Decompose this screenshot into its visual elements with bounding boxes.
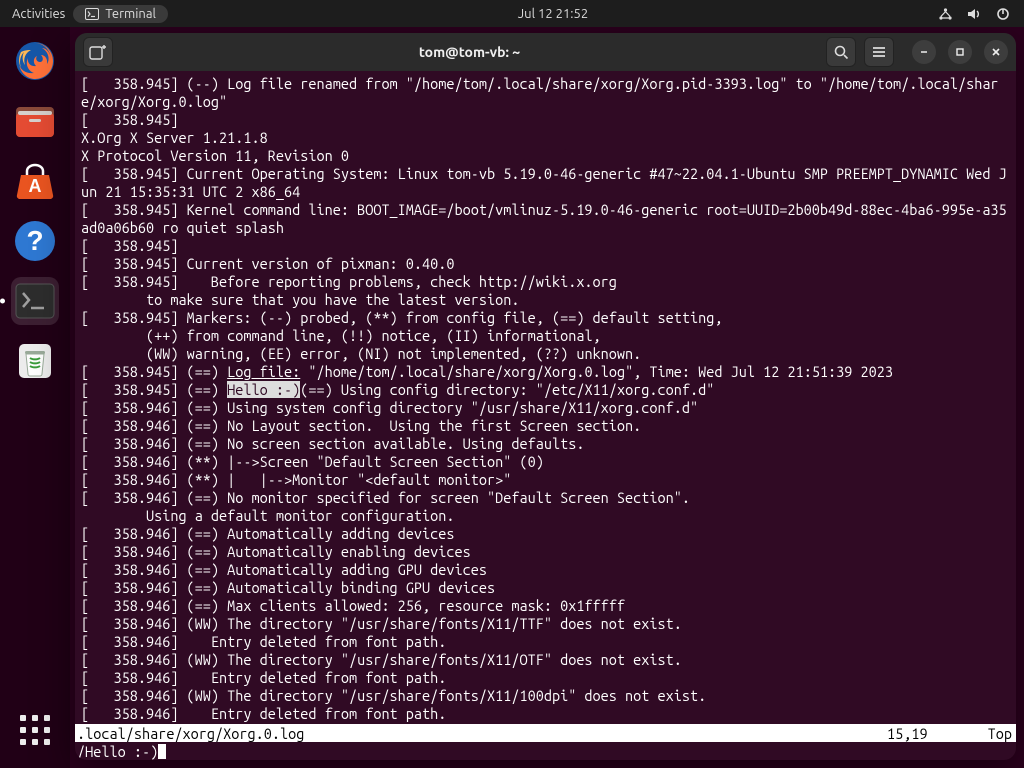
terminal-icon[interactable]: [11, 277, 59, 325]
files-icon[interactable]: [11, 97, 59, 145]
clock[interactable]: Jul 12 21:52: [168, 7, 938, 21]
network-icon[interactable]: [938, 7, 953, 21]
software-icon[interactable]: A: [11, 157, 59, 205]
terminal-line: [ 358.946] Entry deleted from font path.: [81, 705, 1010, 723]
minimize-button[interactable]: [912, 40, 936, 64]
close-button[interactable]: [984, 40, 1008, 64]
terminal-line: [ 358.946] (==) Using system config dire…: [81, 399, 1010, 417]
maximize-button[interactable]: [948, 40, 972, 64]
terminal-line: [ 358.946] (==) Automatically adding GPU…: [81, 561, 1010, 579]
terminal-line: [ 358.946] (==) Automatically adding dev…: [81, 525, 1010, 543]
search-term: Hello :-): [85, 743, 158, 760]
terminal-line: X Protocol Version 11, Revision 0: [81, 147, 1010, 165]
svg-text:?: ?: [26, 225, 43, 256]
search-button[interactable]: [826, 37, 856, 67]
terminal-line: [ 358.946] (==) Automatically binding GP…: [81, 579, 1010, 597]
new-tab-button[interactable]: [83, 37, 113, 67]
terminal-line: [ 358.946] (**) | |-->Monitor "<default …: [81, 471, 1010, 489]
terminal-small-icon: [85, 8, 99, 20]
terminal-line: [ 358.945]: [81, 111, 1010, 129]
terminal-line: [ 358.946] (WW) The directory "/usr/shar…: [81, 651, 1010, 669]
active-app-label: Terminal: [105, 7, 156, 21]
trash-icon[interactable]: [11, 337, 59, 385]
status-cursor-pos: 15,19: [887, 725, 928, 742]
search-highlight: Hello :-): [227, 381, 300, 398]
terminal-line: [ 358.946] Entry deleted from font path.: [81, 669, 1010, 687]
dock: A ?: [0, 27, 70, 768]
terminal-line: [ 358.945] Before reporting problems, ch…: [81, 273, 1010, 291]
help-icon[interactable]: ?: [11, 217, 59, 265]
hamburger-menu-button[interactable]: [864, 37, 894, 67]
terminal-line: [ 358.946] (**) |-->Screen "Default Scre…: [81, 453, 1010, 471]
terminal-line: [ 358.945] Markers: (--) probed, (**) fr…: [81, 309, 1010, 327]
terminal-line: [ 358.946] (==) No screen section availa…: [81, 435, 1010, 453]
svg-text:A: A: [29, 176, 42, 196]
firefox-icon[interactable]: [11, 37, 59, 85]
status-scroll: Top: [988, 725, 1012, 742]
terminal-output[interactable]: [ 358.945] (--) Log file renamed from "/…: [75, 71, 1016, 724]
cursor-icon: [158, 744, 166, 759]
terminal-line: [ 358.945]: [81, 237, 1010, 255]
terminal-line: (++) from command line, (!!) notice, (II…: [81, 327, 1010, 345]
power-icon[interactable]: [996, 7, 1010, 21]
terminal-line: [ 358.945] Current Operating System: Lin…: [81, 165, 1010, 201]
volume-icon[interactable]: [967, 7, 982, 21]
terminal-line: [ 358.946] Entry deleted from font path.: [81, 633, 1010, 651]
terminal-line: [ 358.945] (==) Hello :-)(==) Using conf…: [81, 381, 1010, 399]
terminal-line: [ 358.945] Kernel command line: BOOT_IMA…: [81, 201, 1010, 237]
terminal-line: [ 358.945] Current version of pixman: 0.…: [81, 255, 1010, 273]
terminal-line: [ 358.946] (==) No Layout section. Using…: [81, 417, 1010, 435]
terminal-window: tom@tom-vb: ~ [ 358.945] (--) Log file r…: [75, 33, 1016, 760]
status-filename: .local/share/xorg/Xorg.0.log: [75, 725, 887, 742]
vim-search-line[interactable]: /Hello :-): [75, 742, 1016, 760]
top-panel: Activities Terminal Jul 12 21:52: [0, 0, 1024, 27]
terminal-line: [ 358.946] (==) No monitor specified for…: [81, 489, 1010, 507]
show-applications-icon[interactable]: [11, 706, 59, 754]
terminal-line: X.Org X Server 1.21.1.8: [81, 129, 1010, 147]
vim-status-bar: .local/share/xorg/Xorg.0.log 15,19 Top: [75, 724, 1016, 742]
terminal-line: [ 358.946] (WW) The directory "/usr/shar…: [81, 687, 1010, 705]
terminal-line: [ 358.946] (WW) The directory "/usr/shar…: [81, 615, 1010, 633]
window-title: tom@tom-vb: ~: [121, 44, 818, 60]
terminal-line: [ 358.946] (==) Automatically enabling d…: [81, 543, 1010, 561]
search-prefix: /: [77, 743, 85, 760]
active-app-indicator[interactable]: Terminal: [73, 5, 168, 23]
terminal-line: [ 358.945] (--) Log file renamed from "/…: [81, 75, 1010, 111]
terminal-line: (WW) warning, (EE) error, (NI) not imple…: [81, 345, 1010, 363]
terminal-line: [ 358.946] (==) Max clients allowed: 256…: [81, 597, 1010, 615]
terminal-line: [ 358.945] (==) Log file: "/home/tom/.lo…: [81, 363, 1010, 381]
activities-button[interactable]: Activities: [12, 7, 65, 21]
terminal-line: Using a default monitor configuration.: [81, 507, 1010, 525]
terminal-line: to make sure that you have the latest ve…: [81, 291, 1010, 309]
titlebar: tom@tom-vb: ~: [75, 33, 1016, 71]
